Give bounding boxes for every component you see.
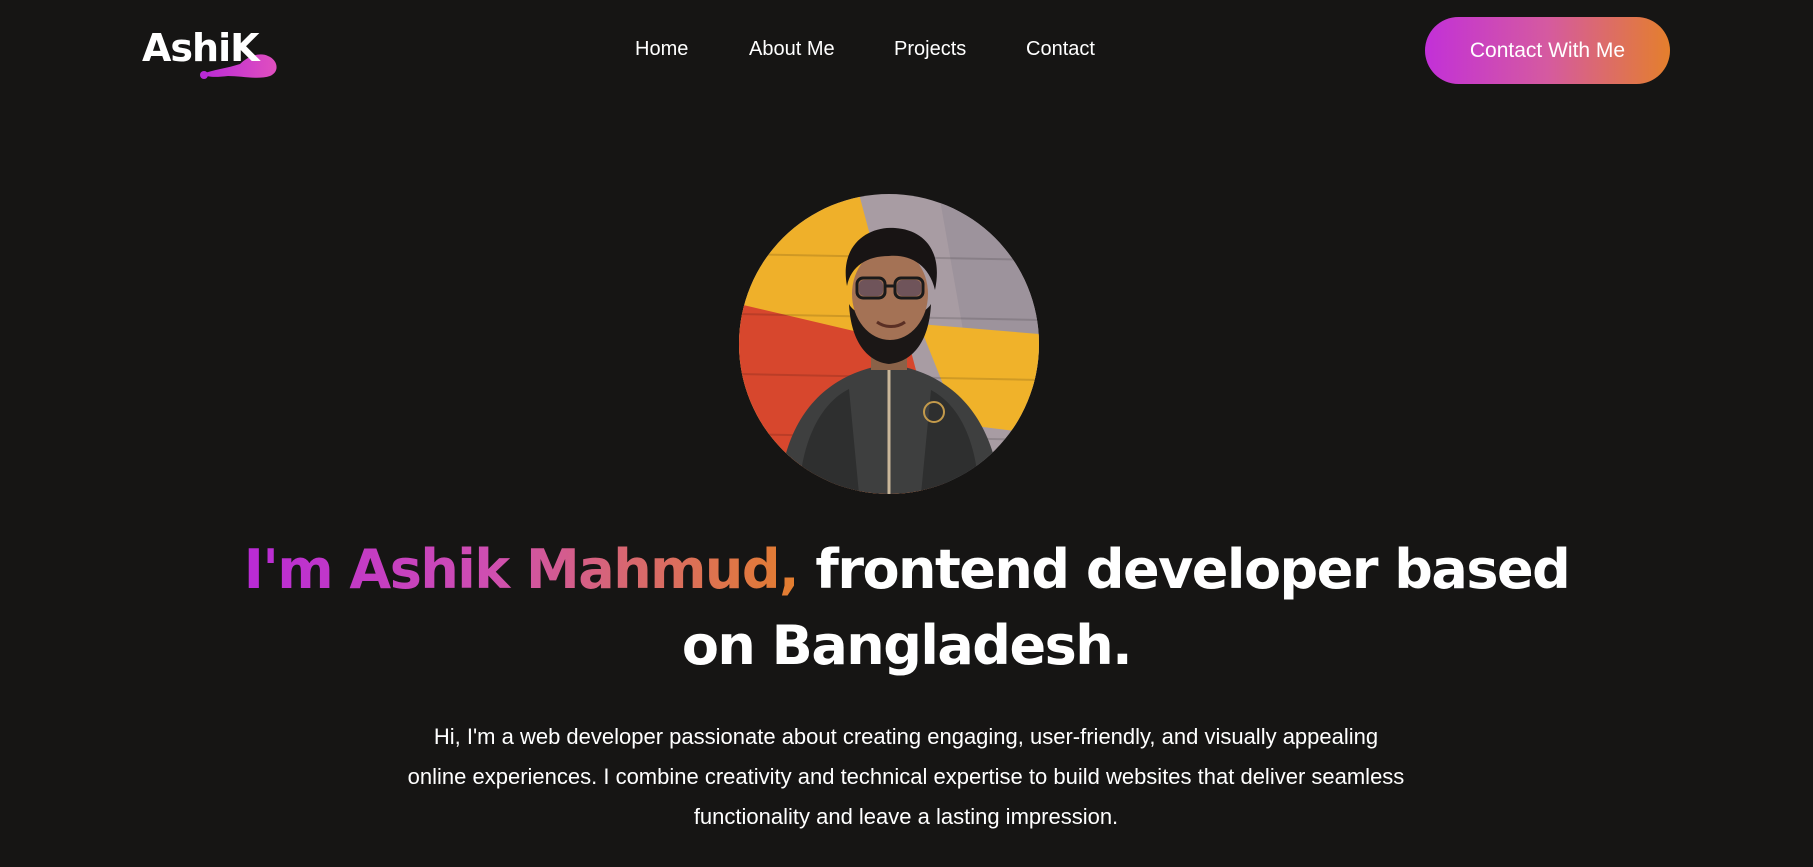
nav-projects[interactable]: Projects <box>894 38 966 61</box>
logo-text: AshiK <box>142 26 260 70</box>
profile-photo-icon <box>739 194 1039 494</box>
headline-line1-rest: frontend developer based <box>798 538 1570 601</box>
nav-contact[interactable]: Contact <box>1026 38 1095 61</box>
contact-with-me-button[interactable]: Contact With Me <box>1425 17 1670 84</box>
hero-intro-text: Hi, I'm a web developer passionate about… <box>407 724 1405 829</box>
nav-home[interactable]: Home <box>635 38 688 61</box>
headline-name-highlight: I'm Ashik Mahmud, <box>243 538 800 601</box>
page: AshiK Home About Me Projects Contact Con… <box>0 0 1813 867</box>
hero-headline: I'm Ashik Mahmud, frontend developer bas… <box>0 532 1813 684</box>
headline-line2: on Bangladesh. <box>681 614 1133 677</box>
avatar <box>739 194 1039 494</box>
nav-about-me[interactable]: About Me <box>749 38 835 61</box>
logo[interactable]: AshiK <box>142 26 282 82</box>
